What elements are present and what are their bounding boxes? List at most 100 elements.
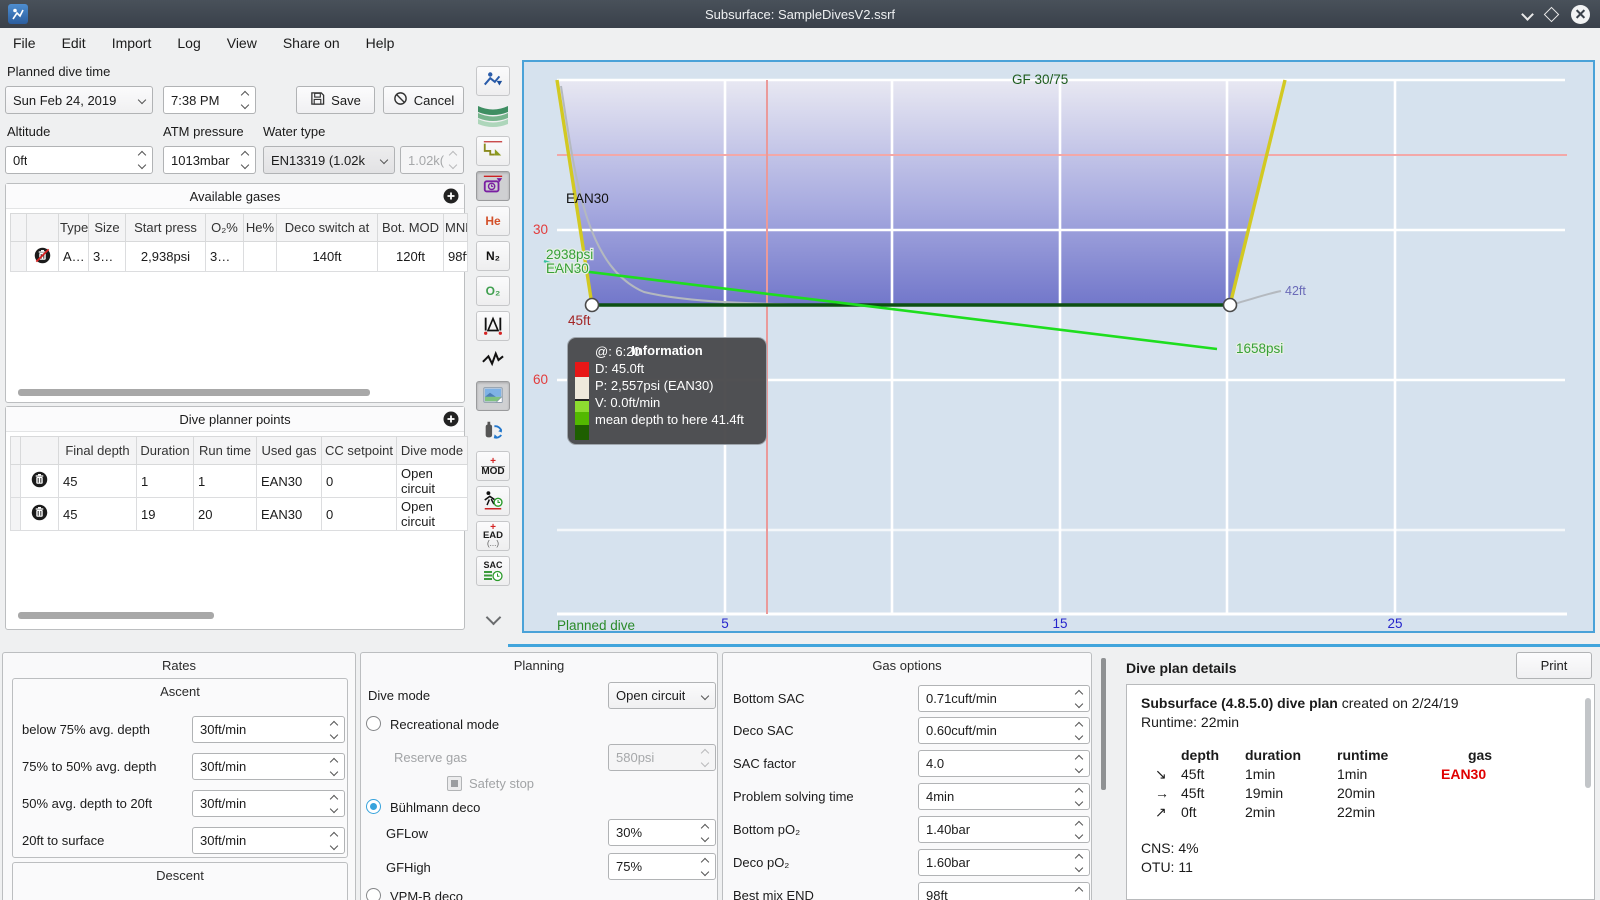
point-row[interactable]: 45 1 1 EAN30 0 Open circuit	[10, 464, 468, 498]
menu-help[interactable]: Help	[353, 28, 408, 58]
save-button[interactable]: Save	[296, 86, 375, 114]
deco-sac-spinner[interactable]: 0.60cuft/min	[918, 717, 1090, 744]
gases-col-startpress[interactable]: Start press	[125, 213, 206, 242]
plan-segment-row: → 45ft 19min 20min	[1155, 785, 1376, 801]
point-row[interactable]: 45 19 20 EAN30 0 Open circuit	[10, 497, 468, 531]
points-col-gas[interactable]: Used gas	[256, 436, 322, 465]
ascent-rate-2-label: 75% to 50% avg. depth	[22, 759, 157, 774]
plan-segment-row: ↗ 0ft 2min 22min	[1155, 804, 1376, 820]
altitude-spinner[interactable]: 0ft	[5, 146, 153, 174]
menu-share-on[interactable]: Share on	[270, 28, 353, 58]
points-col-depth[interactable]: Final depth	[58, 436, 137, 465]
add-gas-button[interactable]	[443, 188, 459, 204]
toolbar-ceiling-button[interactable]	[476, 311, 510, 341]
points-hscrollbar[interactable]	[18, 612, 214, 619]
deco-po2-spinner[interactable]: 1.60bar	[918, 849, 1090, 876]
dive-plan-notes[interactable]: Subsurface (4.8.5.0) dive plan created o…	[1126, 684, 1595, 900]
gases-col-o2[interactable]: O₂%	[205, 213, 244, 242]
tank-time-icon	[482, 174, 504, 199]
dive-profile-chart[interactable]: GF 30/75 30 60 5 15 25 EAN30 2938psi EAN…	[522, 60, 1595, 633]
toolbar-deco-time-button[interactable]	[476, 486, 510, 516]
points-col-setpoint[interactable]: CC setpoint	[321, 436, 397, 465]
end-pressure-label: 1658psi	[1236, 341, 1283, 356]
dive-planner-points-panel: Dive planner points Final depth Duration…	[5, 406, 468, 630]
mod-plus-icon: +	[490, 455, 496, 467]
splitter-handle[interactable]	[508, 644, 1600, 647]
dive-date-combo[interactable]: Sun Feb 24, 2019	[5, 86, 153, 114]
buhlmann-deco-radio[interactable]	[366, 799, 381, 814]
depth-tick-60: 60	[533, 372, 548, 387]
buhlmann-deco-label: Bühlmann deco	[390, 800, 481, 815]
bottom-vscrollbar[interactable]	[1101, 658, 1106, 790]
toolbar-pn2-button[interactable]: N₂	[476, 241, 510, 271]
points-col-runtime[interactable]: Run time	[193, 436, 257, 465]
menu-import[interactable]: Import	[99, 28, 165, 58]
profile-info-tooltip: Information @: 6:20 D: 45.0ft P: 2,557ps…	[567, 337, 767, 445]
ascent-rate-2-spinner[interactable]: 30ft/min	[192, 753, 345, 780]
delete-gas-icon[interactable]	[26, 241, 59, 272]
recreational-mode-radio[interactable]	[366, 716, 381, 731]
print-button[interactable]: Print	[1516, 652, 1592, 679]
atm-pressure-label: ATM pressure	[163, 124, 244, 139]
menu-log[interactable]: Log	[164, 28, 213, 58]
gfhigh-spinner[interactable]: 75%	[608, 853, 716, 880]
toolbar-profile-button[interactable]	[476, 136, 510, 166]
gases-col-he[interactable]: He%	[243, 213, 277, 242]
menu-edit[interactable]: Edit	[49, 28, 99, 58]
tooltip-line: mean depth to here 41.4ft	[595, 412, 744, 427]
ascent-rate-1-spinner[interactable]: 30ft/min	[192, 716, 345, 743]
toolbar-ead-button[interactable]: + EAD (...)	[476, 521, 510, 551]
close-icon[interactable]	[1571, 4, 1590, 24]
problem-solving-time-spinner[interactable]: 4min	[918, 783, 1090, 810]
waypoint-handle[interactable]	[1222, 297, 1238, 313]
plan-notes-vscrollbar[interactable]	[1585, 698, 1591, 788]
plan-otu: OTU: 11	[1141, 859, 1193, 875]
toolbar-mod-button[interactable]: + MOD	[476, 451, 510, 481]
best-mix-end-spinner[interactable]: 98ft	[918, 882, 1090, 900]
maximize-icon[interactable]	[1543, 6, 1560, 22]
gases-hscrollbar[interactable]	[18, 389, 370, 396]
plan-col-runtime: runtime	[1337, 747, 1389, 763]
water-type-combo[interactable]: EN13319 (1.02k	[263, 146, 395, 174]
descent-group: Descent	[12, 862, 348, 900]
toolbar-photos-button[interactable]	[476, 381, 510, 411]
bottom-sac-spinner[interactable]: 0.71cuft/min	[918, 685, 1090, 712]
toolbar-water-button[interactable]	[476, 101, 510, 131]
toolbar-plan-dive-button[interactable]	[476, 66, 510, 96]
start-pressure-label: 2938psi	[546, 247, 593, 262]
delete-point-icon[interactable]	[20, 497, 59, 531]
gflow-spinner[interactable]: 30%	[608, 819, 716, 846]
gases-col-decoswitch[interactable]: Deco switch at	[276, 213, 378, 242]
atm-pressure-spinner[interactable]: 1013mbar	[163, 146, 256, 174]
ascent-rate-4-spinner[interactable]: 30ft/min	[192, 827, 345, 854]
minimize-icon[interactable]	[1521, 7, 1534, 21]
vpmb-deco-radio[interactable]	[366, 888, 381, 900]
bottom-po2-spinner[interactable]: 1.40bar	[918, 816, 1090, 843]
toolbar-gas-pressure-button[interactable]	[476, 171, 510, 201]
salinity-spinner: 1.02k(	[400, 146, 464, 174]
toolbar-pn2-he-button[interactable]: He	[476, 206, 510, 236]
cancel-button[interactable]: Cancel	[383, 86, 464, 114]
toolbar-po2-button[interactable]: O₂	[476, 276, 510, 306]
ascent-rate-1-label: below 75% avg. depth	[22, 722, 150, 737]
toolbar-tank-button[interactable]	[476, 416, 510, 446]
points-col-mode[interactable]: Dive mode	[396, 436, 468, 465]
menu-file[interactable]: File	[0, 28, 49, 58]
toolbar-scroll-down-button[interactable]	[480, 606, 506, 628]
toolbar-sac-button[interactable]: SAC	[476, 556, 510, 586]
delete-point-icon[interactable]	[20, 464, 59, 498]
gas-row[interactable]: A… 3… 2,938psi 3… 140ft 120ft 98ft	[10, 241, 468, 272]
menu-view[interactable]: View	[214, 28, 270, 58]
gases-col-size[interactable]: Size	[88, 213, 126, 242]
dive-mode-combo[interactable]: Open circuit	[608, 682, 716, 709]
toolbar-heartrate-button[interactable]	[476, 346, 510, 376]
points-col-duration[interactable]: Duration	[136, 436, 194, 465]
dive-time-spinner[interactable]: 7:38 PM	[163, 86, 256, 114]
gases-col-mnd[interactable]: MND	[443, 213, 468, 242]
ascent-rate-3-spinner[interactable]: 30ft/min	[192, 790, 345, 817]
sac-factor-spinner[interactable]: 4.0	[918, 750, 1090, 777]
gases-col-botmod[interactable]: Bot. MOD	[377, 213, 444, 242]
gases-col-type[interactable]: Type	[58, 213, 89, 242]
waypoint-handle[interactable]	[584, 297, 600, 313]
add-point-button[interactable]	[443, 411, 459, 427]
